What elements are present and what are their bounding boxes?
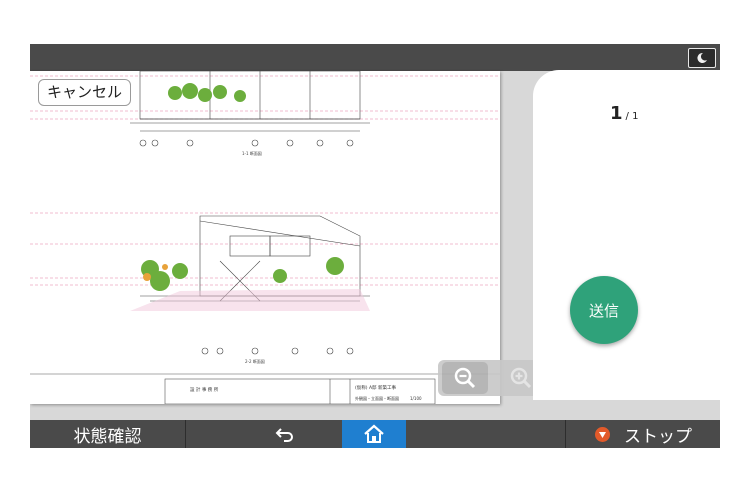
back-button[interactable] <box>260 420 310 448</box>
title-block-office: 設 計 事 務 所 <box>190 386 219 393</box>
title-block-sheet: 外観図・立面図・断面図 <box>355 395 399 401</box>
stop-icon <box>595 426 610 442</box>
stop-button[interactable]: ストップ <box>565 420 720 448</box>
home-button[interactable] <box>342 420 406 448</box>
page-counter: 1/ 1 <box>610 103 638 124</box>
section1-label: 1-1 断面図 <box>242 150 262 156</box>
title-block-scale: 1/100 <box>410 396 422 401</box>
home-icon <box>364 424 384 443</box>
status-check-label: 状態確認 <box>73 426 142 447</box>
send-button[interactable]: 送信 <box>570 276 638 344</box>
stop-label: ストップ <box>624 426 692 447</box>
cancel-button[interactable]: キャンセル <box>38 79 132 106</box>
architectural-drawing: 1-1 断面図 2-2 断面図 設 計 事 務 所 (仮称) A邸 新築工事 外… <box>30 71 500 404</box>
zoom-out-icon <box>454 367 476 389</box>
document-preview[interactable]: 1-1 断面図 2-2 断面図 設 計 事 務 所 (仮称) A邸 新築工事 外… <box>30 71 500 404</box>
top-bar <box>30 44 720 71</box>
section2-label: 2-2 断面図 <box>245 358 265 364</box>
status-check-button[interactable]: 状態確認 <box>30 420 186 448</box>
zoom-out-button[interactable] <box>442 362 488 394</box>
page-total: / 1 <box>625 111 639 122</box>
zoom-in-icon <box>510 367 532 389</box>
bottom-bar: 状態確認 ストップ <box>30 420 720 448</box>
page-current: 1 <box>610 103 623 124</box>
back-arrow-icon <box>275 428 293 442</box>
moon-icon[interactable] <box>688 48 716 68</box>
title-block-project: (仮称) A邸 新築工事 <box>355 384 396 391</box>
send-label: 送信 <box>588 301 619 320</box>
